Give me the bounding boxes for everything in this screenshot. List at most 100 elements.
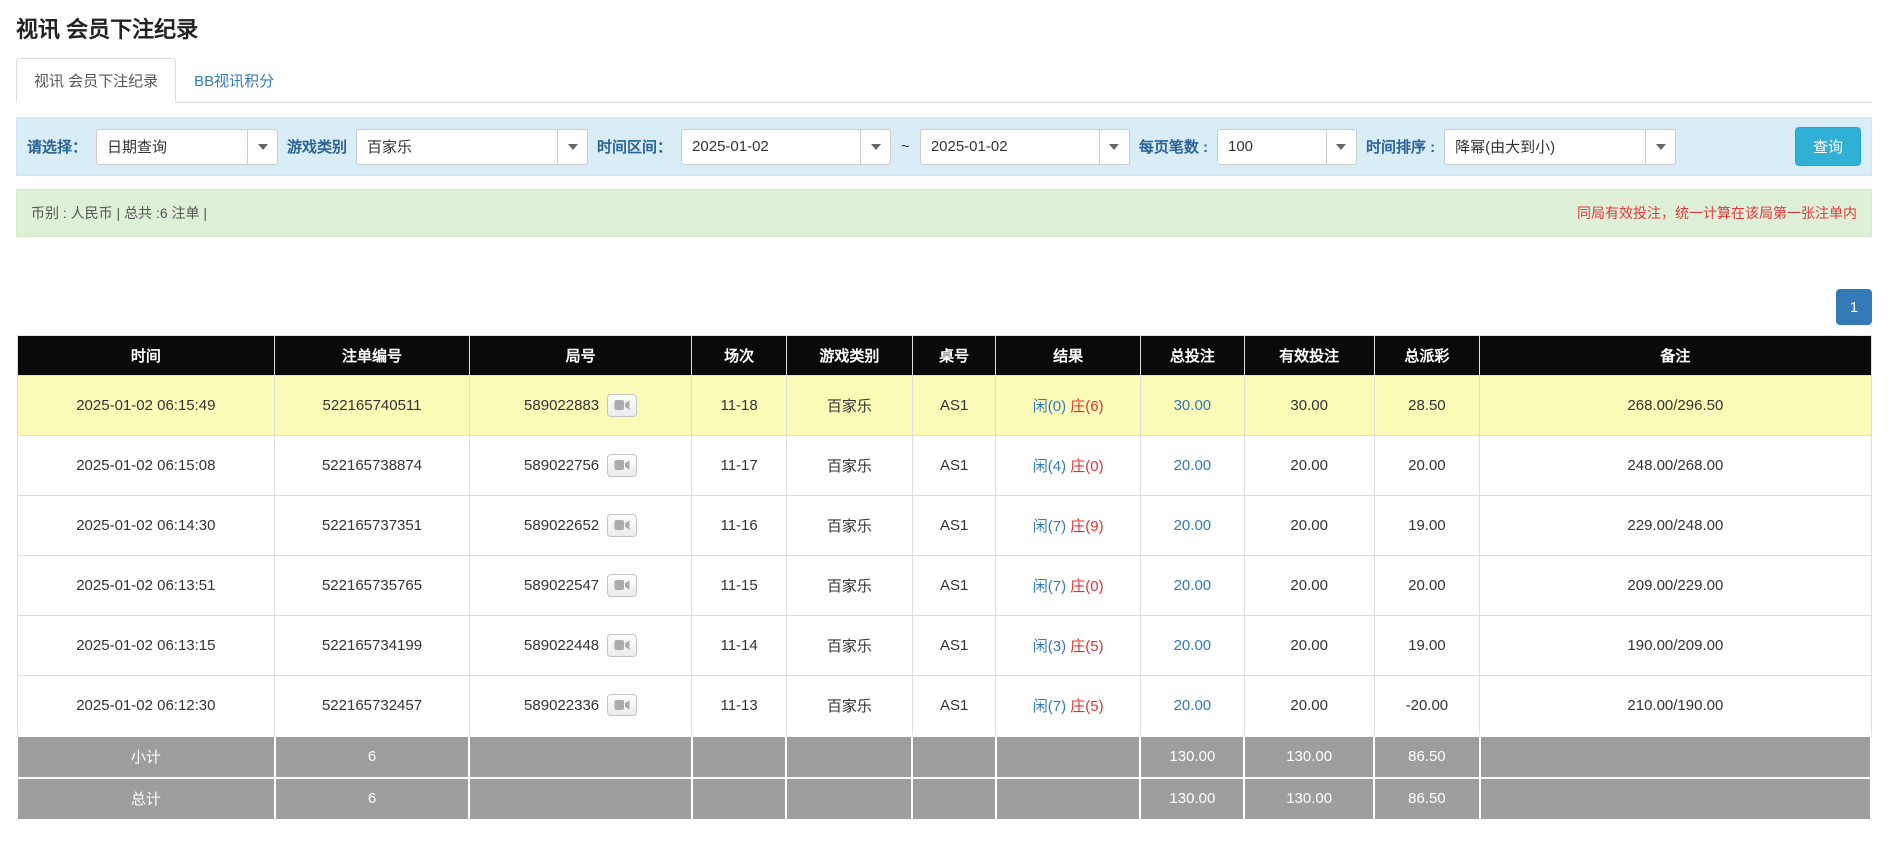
header-time: 时间 xyxy=(17,336,275,376)
cell-payout: 28.50 xyxy=(1374,376,1480,436)
chevron-down-icon[interactable] xyxy=(1326,130,1356,164)
cell-session: 11-13 xyxy=(692,676,787,736)
cell-payout: -20.00 xyxy=(1374,676,1480,736)
cell-time: 2025-01-02 06:13:15 xyxy=(17,616,275,676)
filter-bar: 请选择： 日期查询 游戏类别 百家乐 时间区间： 2025-01-02 ~ 20… xyxy=(16,117,1872,176)
empty-cell xyxy=(692,736,787,778)
time-sort-label: 时间排序 : xyxy=(1366,136,1435,157)
cell-valid-bet: 30.00 xyxy=(1244,376,1374,436)
total-bet-link[interactable]: 20.00 xyxy=(1174,517,1212,534)
date-from-select[interactable]: 2025-01-02 xyxy=(681,129,891,165)
date-query-value: 日期查询 xyxy=(97,130,247,164)
table-header: 时间 注单编号 局号 场次 游戏类别 桌号 结果 总投注 有效投注 总派彩 备注 xyxy=(17,336,1871,376)
video-replay-button[interactable] xyxy=(607,574,637,596)
date-query-select[interactable]: 日期查询 xyxy=(96,129,278,165)
header-remark: 备注 xyxy=(1480,336,1871,376)
video-replay-button[interactable] xyxy=(607,694,637,716)
header-bet-id: 注单编号 xyxy=(275,336,470,376)
cell-session: 11-17 xyxy=(692,436,787,496)
chevron-down-icon[interactable] xyxy=(1645,130,1675,164)
result-banker: 庄(0) xyxy=(1070,458,1103,475)
result-player: 闲(7) xyxy=(1033,518,1066,535)
cell-session: 11-18 xyxy=(692,376,787,436)
date-to-select[interactable]: 2025-01-02 xyxy=(920,129,1130,165)
valid-bet-notice: 同局有效投注，统一计算在该局第一张注单内 xyxy=(1577,203,1857,223)
pagination-page-1[interactable]: 1 xyxy=(1836,289,1872,325)
table-row: 2025-01-02 06:13:51522165735765589022547… xyxy=(17,556,1871,616)
empty-cell xyxy=(1480,736,1871,778)
empty-cell xyxy=(912,778,995,820)
cell-remark: 248.00/268.00 xyxy=(1480,436,1871,496)
cell-payout: 20.00 xyxy=(1374,556,1480,616)
video-replay-button[interactable] xyxy=(607,394,637,416)
select-type-label: 请选择： xyxy=(27,136,87,157)
header-session: 场次 xyxy=(692,336,787,376)
cell-bet-id: 522165732457 xyxy=(275,676,470,736)
game-type-select[interactable]: 百家乐 xyxy=(356,129,588,165)
round-id-text: 589022547 xyxy=(524,577,599,594)
betting-records-table: 时间 注单编号 局号 场次 游戏类别 桌号 结果 总投注 有效投注 总派彩 备注… xyxy=(16,335,1872,821)
total-bet-link[interactable]: 20.00 xyxy=(1174,697,1212,714)
page-size-value: 100 xyxy=(1218,130,1326,164)
tab-bb-video-points[interactable]: BB视讯积分 xyxy=(176,58,292,103)
empty-cell xyxy=(996,778,1141,820)
date-to-value: 2025-01-02 xyxy=(921,130,1099,164)
game-type-label: 游戏类别 xyxy=(287,136,347,157)
video-replay-button[interactable] xyxy=(607,454,637,476)
page-size-label: 每页笔数 : xyxy=(1139,136,1208,157)
pagination: 1 xyxy=(16,289,1872,325)
result-banker: 庄(5) xyxy=(1070,638,1103,655)
video-replay-button[interactable] xyxy=(607,634,637,656)
header-total-bet: 总投注 xyxy=(1140,336,1244,376)
cell-total-bet: 20.00 xyxy=(1140,436,1244,496)
cell-game-type: 百家乐 xyxy=(786,376,912,436)
total-bet-link[interactable]: 20.00 xyxy=(1174,637,1212,654)
cell-table-no: AS1 xyxy=(912,436,995,496)
cell-time: 2025-01-02 06:15:49 xyxy=(17,376,275,436)
cell-remark: 268.00/296.50 xyxy=(1480,376,1871,436)
empty-cell xyxy=(996,736,1141,778)
cell-bet-id: 522165734199 xyxy=(275,616,470,676)
chevron-down-icon[interactable] xyxy=(1099,130,1129,164)
round-id-text: 589022448 xyxy=(524,637,599,654)
search-button[interactable]: 查询 xyxy=(1795,127,1861,166)
video-replay-icon xyxy=(614,399,630,414)
cell-remark: 190.00/209.00 xyxy=(1480,616,1871,676)
empty-cell xyxy=(786,736,912,778)
cell-total-bet: 20.00 xyxy=(1140,616,1244,676)
summary-bar: 币别 : 人民币 | 总共 :6 注单 | 同局有效投注，统一计算在该局第一张注… xyxy=(16,189,1872,237)
total-row: 总计 6 130.00 130.00 86.50 xyxy=(17,778,1871,820)
cell-table-no: AS1 xyxy=(912,496,995,556)
page-size-select[interactable]: 100 xyxy=(1217,129,1357,165)
cell-round-id: 589022652 xyxy=(469,496,691,556)
total-count: 6 xyxy=(275,778,470,820)
cell-result: 闲(4) 庄(0) xyxy=(996,436,1141,496)
cell-game-type: 百家乐 xyxy=(786,676,912,736)
cell-valid-bet: 20.00 xyxy=(1244,616,1374,676)
result-player: 闲(7) xyxy=(1033,578,1066,595)
cell-valid-bet: 20.00 xyxy=(1244,676,1374,736)
video-replay-icon xyxy=(614,699,630,714)
header-payout: 总派彩 xyxy=(1374,336,1480,376)
total-bet-link[interactable]: 20.00 xyxy=(1174,577,1212,594)
cell-time: 2025-01-02 06:15:08 xyxy=(17,436,275,496)
cell-remark: 210.00/190.00 xyxy=(1480,676,1871,736)
subtotal-valid-bet: 130.00 xyxy=(1244,736,1374,778)
subtotal-total-bet: 130.00 xyxy=(1140,736,1244,778)
video-replay-button[interactable] xyxy=(607,514,637,536)
time-sort-select[interactable]: 降幂(由大到小) xyxy=(1444,129,1676,165)
total-bet-link[interactable]: 20.00 xyxy=(1174,457,1212,474)
tab-betting-records[interactable]: 视讯 会员下注纪录 xyxy=(16,58,176,103)
currency-total-summary: 币别 : 人民币 | 总共 :6 注单 | xyxy=(31,203,207,223)
video-replay-icon xyxy=(614,639,630,654)
chevron-down-icon[interactable] xyxy=(247,130,277,164)
cell-round-id: 589022547 xyxy=(469,556,691,616)
total-bet-link[interactable]: 30.00 xyxy=(1174,397,1212,414)
date-from-value: 2025-01-02 xyxy=(682,130,860,164)
chevron-down-icon[interactable] xyxy=(860,130,890,164)
page-title: 视讯 会员下注纪录 xyxy=(16,12,1872,44)
result-player: 闲(4) xyxy=(1033,458,1066,475)
cell-valid-bet: 20.00 xyxy=(1244,436,1374,496)
cell-round-id: 589022336 xyxy=(469,676,691,736)
chevron-down-icon[interactable] xyxy=(557,130,587,164)
